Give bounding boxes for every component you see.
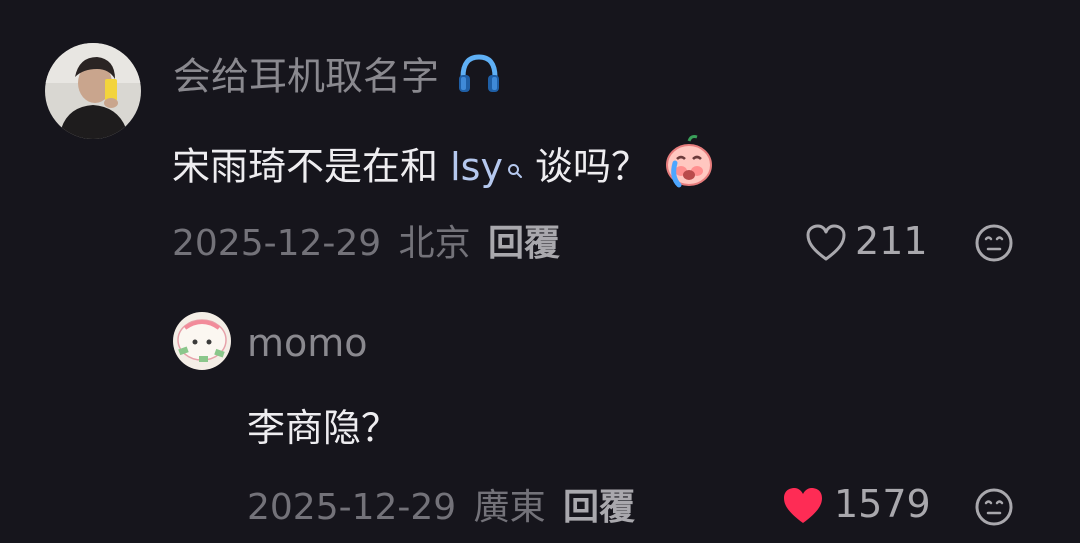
- comment-like-count: 211: [855, 222, 928, 260]
- comment-date: 2025-12-29: [172, 223, 382, 264]
- headphones-icon: [455, 49, 503, 103]
- reply-like-count: 1579: [834, 485, 931, 523]
- crying-face-icon: [661, 133, 717, 195]
- comment-thread: 会给耳机取名字 宋雨琦不是在和 lsy 谈吗？ 2025-12-29 北京 回覆…: [0, 0, 1080, 543]
- reply-reply-label: 回覆: [563, 487, 636, 528]
- heart-outline-icon[interactable]: [806, 224, 846, 262]
- reply-username-text: momo: [247, 321, 368, 365]
- reply-location: 廣東: [473, 487, 546, 528]
- reply-username[interactable]: momo: [247, 324, 368, 362]
- commenter-username-text: 会给耳机取名字: [173, 54, 440, 99]
- reply-text-content: 李商隐？: [247, 406, 400, 450]
- mention-link[interactable]: lsy: [450, 145, 523, 189]
- reply-reply-button[interactable]: 回覆: [563, 490, 635, 526]
- comment-likes: 211: [855, 219, 928, 263]
- comment-text-prefix: 宋雨琦不是在和: [172, 144, 451, 189]
- comment-reply-label: 回覆: [488, 223, 561, 264]
- comment-text-suffix: 谈吗？: [522, 144, 650, 189]
- heart-filled-icon[interactable]: [782, 486, 824, 526]
- commenter-username[interactable]: 会给耳机取名字: [173, 54, 503, 103]
- reply-likes: 1579: [834, 482, 931, 526]
- reply-text: 李商隐？: [247, 409, 399, 447]
- reply-date: 2025-12-29: [247, 487, 457, 528]
- reply-avatar[interactable]: [173, 312, 231, 370]
- dislike-face-icon[interactable]: [974, 223, 1014, 263]
- mention-text: lsy: [450, 144, 503, 189]
- comment-location: 北京: [398, 223, 471, 264]
- dislike-face-icon[interactable]: [974, 487, 1014, 527]
- comment-meta: 2025-12-29 北京: [172, 226, 471, 262]
- commenter-avatar[interactable]: [45, 43, 141, 139]
- search-icon: [507, 147, 523, 185]
- reply-meta: 2025-12-29 廣東: [247, 490, 546, 526]
- comment-reply-button[interactable]: 回覆: [488, 226, 560, 262]
- comment-text: 宋雨琦不是在和 lsy 谈吗？: [172, 135, 717, 195]
